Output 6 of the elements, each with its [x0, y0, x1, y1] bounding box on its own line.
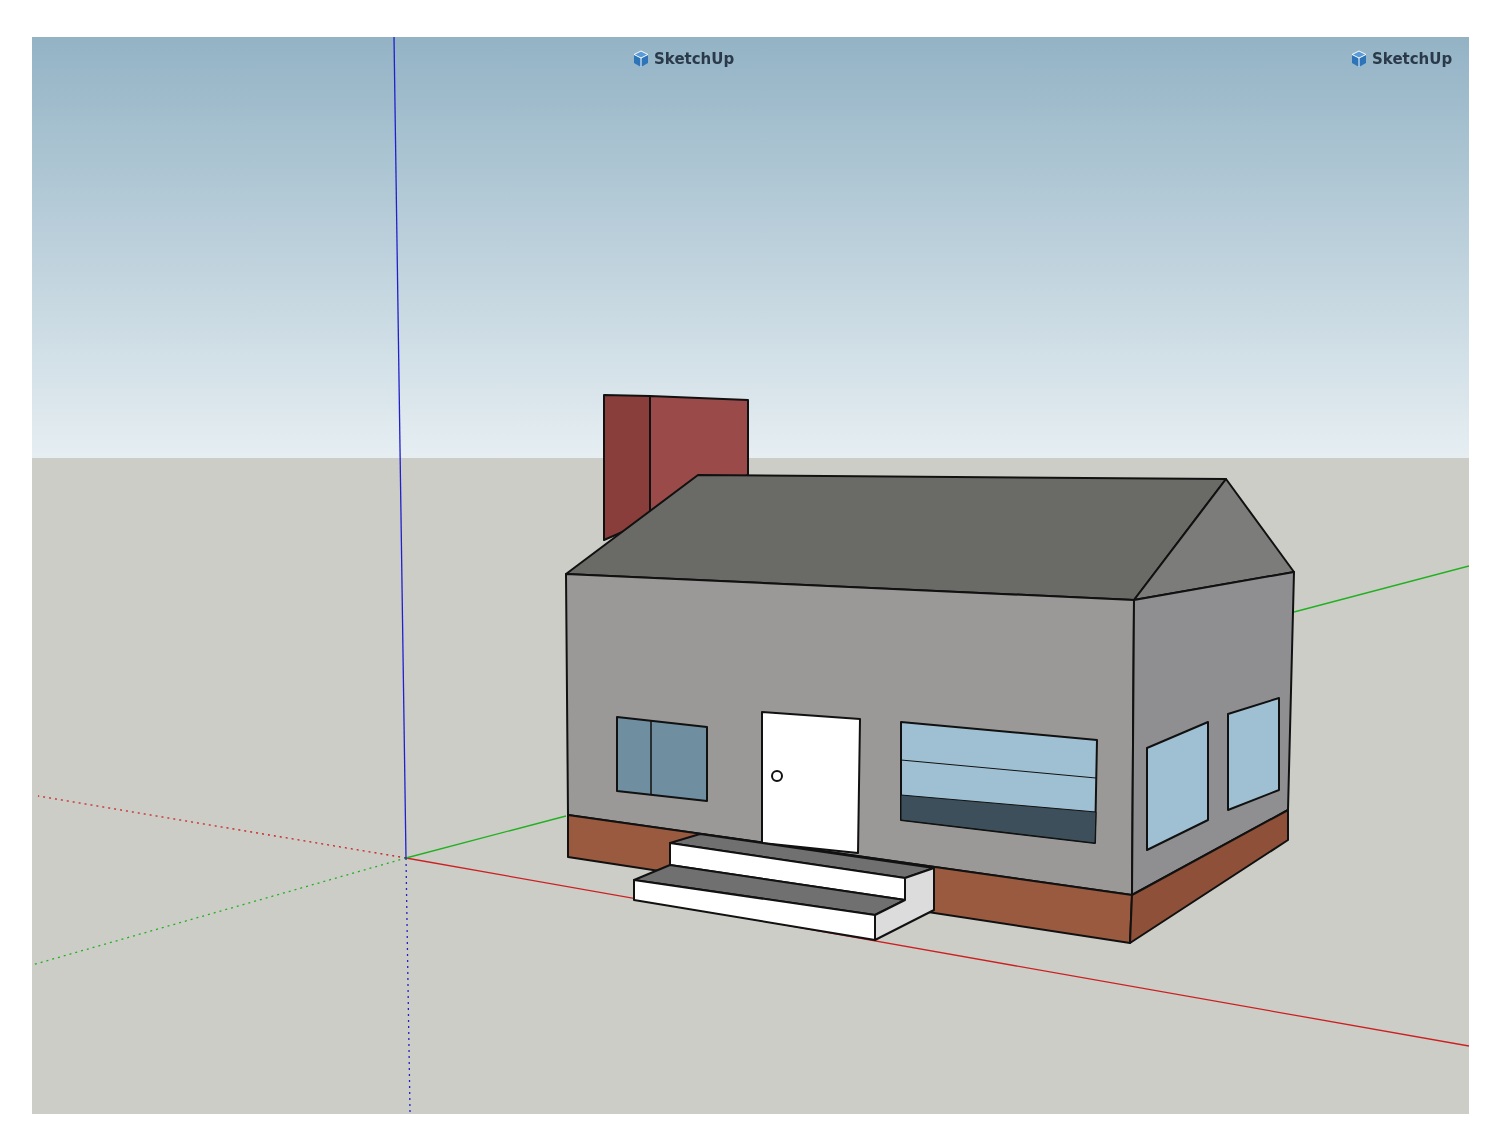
cube-logo-icon	[1350, 50, 1368, 68]
house-drawing[interactable]	[565, 394, 1295, 944]
modeling-viewport[interactable]: SketchUp SketchUp	[32, 37, 1469, 1114]
cube-logo-icon	[632, 50, 650, 68]
app-logo-text: SketchUp	[654, 50, 735, 68]
app-logo-text: SketchUp	[1372, 50, 1453, 68]
